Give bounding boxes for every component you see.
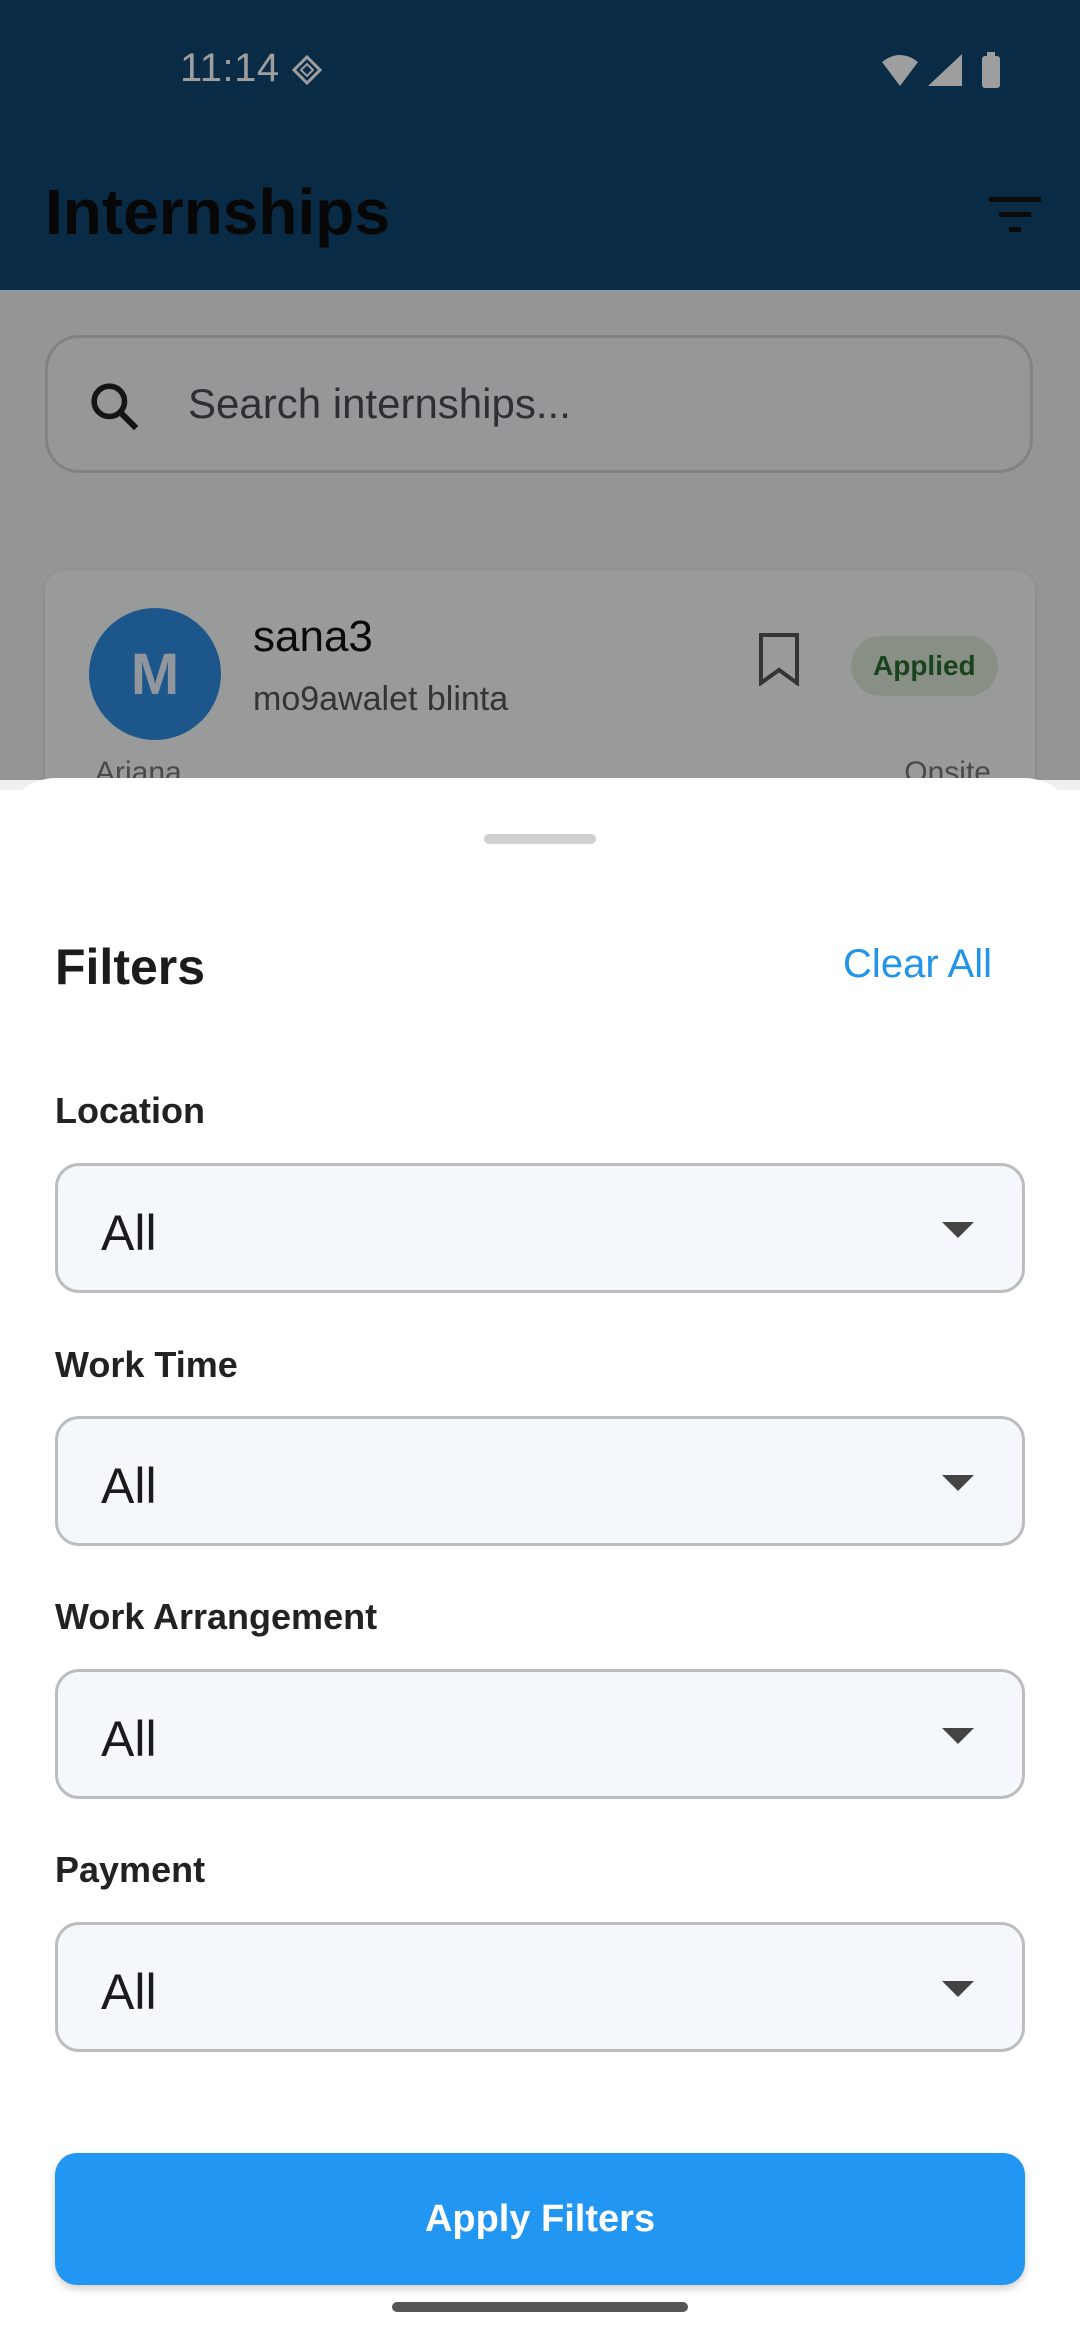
filters-title: Filters bbox=[55, 939, 206, 995]
work-arrangement-dropdown[interactable]: All bbox=[55, 1669, 1025, 1799]
work-time-label: Work Time bbox=[55, 1344, 238, 1385]
modal-scrim[interactable] bbox=[0, 0, 1080, 780]
work-arrangement-label: Work Arrangement bbox=[55, 1596, 378, 1637]
payment-dropdown[interactable]: All bbox=[55, 1922, 1025, 2052]
chevron-down-icon bbox=[942, 1981, 974, 1997]
apply-filters-button[interactable]: Apply Filters bbox=[55, 2153, 1025, 2285]
chevron-down-icon bbox=[942, 1222, 974, 1238]
work-time-value: All bbox=[101, 1458, 157, 1514]
gesture-nav-bar[interactable] bbox=[392, 2302, 688, 2312]
filters-bottom-sheet: Filters Clear All Location All Work Time… bbox=[0, 778, 1080, 2340]
work-arrangement-value: All bbox=[101, 1711, 157, 1767]
drag-handle[interactable] bbox=[484, 834, 596, 844]
clear-all-button[interactable]: Clear All bbox=[843, 942, 992, 987]
payment-label: Payment bbox=[55, 1849, 206, 1890]
payment-value: All bbox=[101, 1964, 157, 2020]
location-label: Location bbox=[55, 1090, 205, 1131]
work-time-dropdown[interactable]: All bbox=[55, 1416, 1025, 1546]
chevron-down-icon bbox=[942, 1475, 974, 1491]
location-value: All bbox=[101, 1205, 157, 1261]
location-dropdown[interactable]: All bbox=[55, 1163, 1025, 1293]
chevron-down-icon bbox=[942, 1728, 974, 1744]
